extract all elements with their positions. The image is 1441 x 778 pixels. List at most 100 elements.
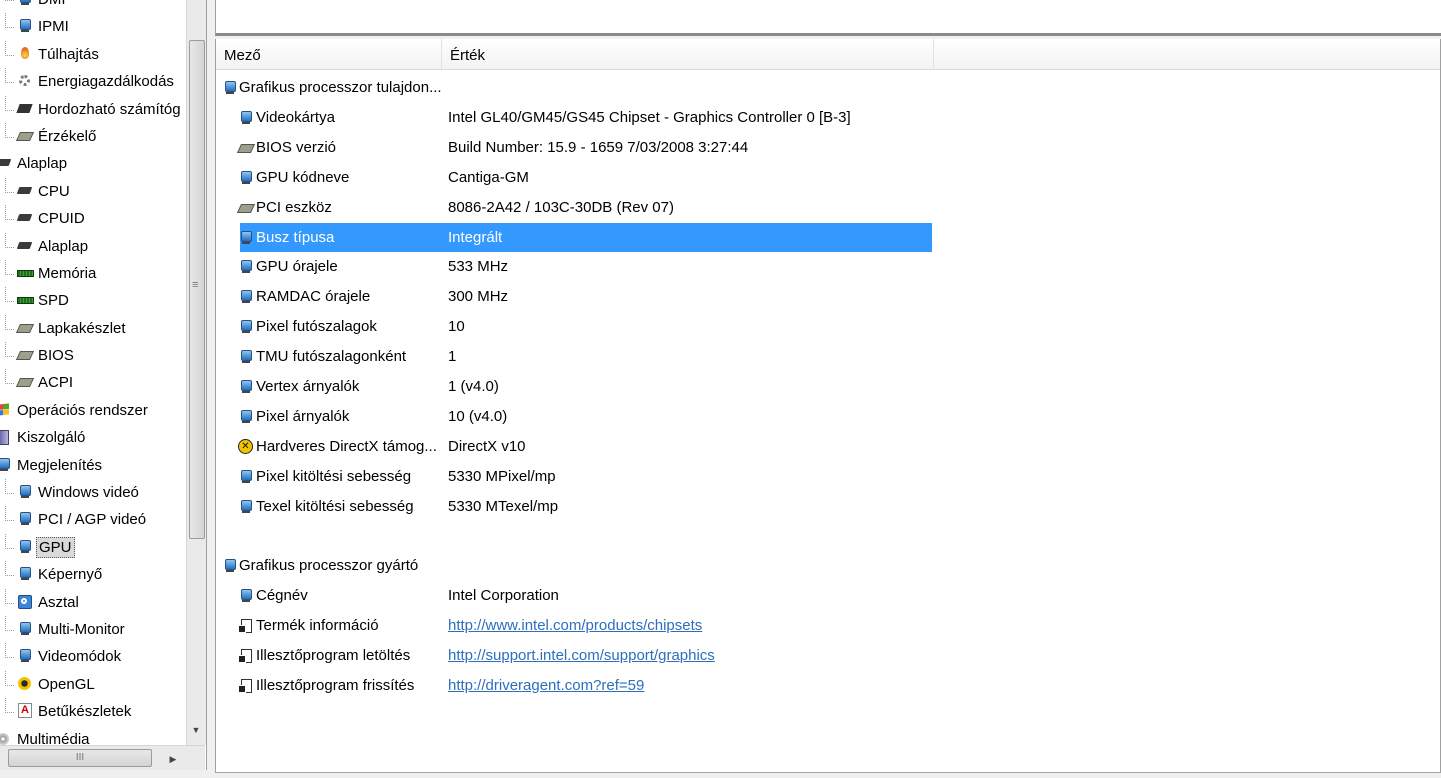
tree-item[interactable]: Energiagazdálkodás	[0, 68, 186, 95]
tree-item[interactable]: Megjelenítés	[0, 452, 186, 479]
detail-row[interactable]: TMU futószalagonként 1	[216, 342, 1440, 371]
card-icon	[17, 128, 32, 143]
detail-row[interactable]: Texel kitöltési sebesség 5330 MTexel/mp	[216, 492, 1440, 521]
tree-connector	[5, 68, 14, 84]
detail-row[interactable]: Illesztőprogram letöltés http://support.i…	[216, 641, 1440, 670]
top-info-pane	[215, 0, 1441, 36]
field-value: 1	[448, 348, 457, 365]
link-doc-icon	[238, 648, 253, 663]
detail-row[interactable]: Pixel kitöltési sebesség 5330 MPixel/mp	[216, 462, 1440, 491]
detail-row[interactable]: Vertex árnyalók 1 (v4.0)	[216, 372, 1440, 401]
tree-item-label: Energiagazdálkodás	[38, 73, 174, 91]
group-header-row[interactable]: Grafikus processzor gyártó	[216, 551, 1440, 580]
tree-item[interactable]: OpenGL	[0, 670, 186, 698]
tree-item[interactable]: Windows videó	[0, 479, 186, 506]
server-icon	[0, 429, 11, 446]
detail-row[interactable]: Illesztőprogram frissítés http://driverag…	[216, 671, 1440, 700]
monitor-icon	[222, 80, 237, 95]
monitor-icon	[238, 379, 253, 394]
field-name: Cégnév	[256, 587, 308, 604]
detail-row[interactable]: Cégnév Intel Corporation	[216, 581, 1440, 610]
field-name: GPU órajele	[256, 258, 338, 275]
detail-row[interactable]: BIOS verzió Build Number: 15.9 - 1659 7/0…	[216, 133, 1440, 162]
field-name: Busz típusa	[256, 229, 335, 246]
tree-item[interactable]: Operációs rendszer	[0, 397, 186, 424]
column-header-field[interactable]: Mező	[216, 39, 442, 69]
field-value: Intel Corporation	[448, 587, 559, 604]
tree-item[interactable]: Alaplap	[0, 150, 186, 177]
tree-item[interactable]: Multi-Monitor	[0, 615, 186, 643]
scroll-right-arrow-icon[interactable]: ▶	[166, 751, 180, 767]
detail-row[interactable]: Videokártya Intel GL40/GM45/GS45 Chipset …	[216, 103, 1440, 132]
monitor-icon	[238, 409, 253, 424]
tree-item[interactable]: SPD	[0, 287, 186, 314]
tree-item[interactable]: Memória	[0, 259, 186, 287]
tree-item[interactable]: IPMI	[0, 13, 186, 40]
tree-item[interactable]: Kiszolgáló	[0, 424, 186, 451]
field-value: 10 (v4.0)	[448, 408, 508, 425]
tree-item[interactable]: Képernyő	[0, 561, 186, 588]
field-value: DirectX v10	[448, 438, 526, 455]
tree-item[interactable]: Videomódok	[0, 643, 186, 670]
tree-horizontal-scroll-thumb[interactable]: III	[8, 749, 152, 767]
tree-connector	[5, 670, 14, 686]
tree-item-label: Alaplap	[17, 155, 68, 173]
column-header-value[interactable]: Érték	[442, 39, 934, 69]
field-name: Pixel árnyalók	[256, 408, 350, 425]
tree-item[interactable]: Érzékelő	[0, 122, 186, 150]
tree-vertical-scrollbar[interactable]: ▼	[186, 0, 206, 745]
detail-row[interactable]: Pixel árnyalók 10 (v4.0)	[216, 402, 1440, 431]
monitor-icon	[238, 469, 253, 484]
link-value[interactable]: http://www.intel.com/products/chipsets	[448, 611, 702, 640]
scroll-down-arrow-icon[interactable]: ▼	[189, 722, 203, 738]
tree-item[interactable]: Alaplap	[0, 232, 186, 260]
ram-icon	[17, 292, 34, 307]
tree-connector	[5, 259, 14, 275]
tree-vertical-scroll-thumb[interactable]	[189, 40, 205, 539]
tree-item[interactable]: Asztal	[0, 588, 186, 616]
tree-item[interactable]: DMI	[0, 0, 186, 13]
detail-row[interactable]: PCI eszköz 8086-2A42 / 103C-30DB (Rev 07)	[216, 193, 1440, 222]
tree-item-label: CPUID	[38, 210, 85, 228]
field-name: Termék információ	[256, 617, 379, 634]
tree-item[interactable]: ACPI	[0, 369, 186, 396]
tree-item[interactable]: Lapkakészlet	[0, 314, 186, 342]
tree-item[interactable]: Betűkészletek	[0, 698, 186, 725]
link-doc-icon	[238, 618, 253, 633]
tree-item-label: GPU	[36, 536, 75, 558]
tree-item[interactable]: GPU	[0, 533, 186, 561]
tree-horizontal-scrollbar[interactable]: III ▶	[0, 745, 205, 770]
tree-connector	[5, 506, 14, 522]
monitor-icon	[238, 499, 253, 514]
tree-item-label: Túlhajtás	[38, 45, 99, 63]
tree-item-label: Megjelenítés	[17, 456, 103, 474]
detail-row[interactable]: Hardveres DirectX támog... DirectX v10	[216, 432, 1440, 461]
details-list[interactable]: Mező Érték Grafikus processzor tulajdon.…	[215, 39, 1441, 773]
detail-row[interactable]: Termék információ http://www.intel.com/pr…	[216, 611, 1440, 640]
field-value: 5330 MPixel/mp	[448, 468, 556, 485]
tree-item[interactable]: CPUID	[0, 205, 186, 232]
field-value: Cantiga-GM	[448, 169, 529, 186]
detail-row[interactable]: Busz típusa Integrált	[216, 223, 1440, 252]
field-name: Illesztőprogram letöltés	[256, 647, 411, 664]
detail-row[interactable]: Pixel futószalagok 10	[216, 312, 1440, 341]
field-name: Illesztőprogram frissítés	[256, 677, 415, 694]
tree-item[interactable]: PCI / AGP videó	[0, 506, 186, 533]
detail-row[interactable]: GPU órajele 533 MHz	[216, 252, 1440, 281]
navigation-tree[interactable]: DMI IPMI Túlhajtás Energiagazdálkodás Hordoz…	[0, 0, 207, 770]
tree-connector	[5, 177, 14, 193]
link-value[interactable]: http://driveragent.com?ref=59	[448, 671, 644, 700]
detail-row[interactable]: RAMDAC órajele 300 MHz	[216, 282, 1440, 311]
tree-item-label: Asztal	[38, 593, 79, 611]
tree-item[interactable]: CPU	[0, 177, 186, 205]
detail-row[interactable]: GPU kódneve Cantiga-GM	[216, 163, 1440, 192]
link-value[interactable]: http://support.intel.com/support/graphic…	[448, 641, 715, 670]
field-name: TMU futószalagonként	[256, 348, 407, 365]
tree-item[interactable]: BIOS	[0, 342, 186, 369]
field-name: Grafikus processzor gyártó	[239, 557, 419, 574]
group-header-row[interactable]: Grafikus processzor tulajdon...	[216, 73, 1440, 102]
tree-item[interactable]: Túlhajtás	[0, 40, 186, 68]
field-name: Vertex árnyalók	[256, 378, 360, 395]
tree-item[interactable]: Hordozható számítóg	[0, 95, 186, 123]
field-name: RAMDAC órajele	[256, 288, 371, 305]
